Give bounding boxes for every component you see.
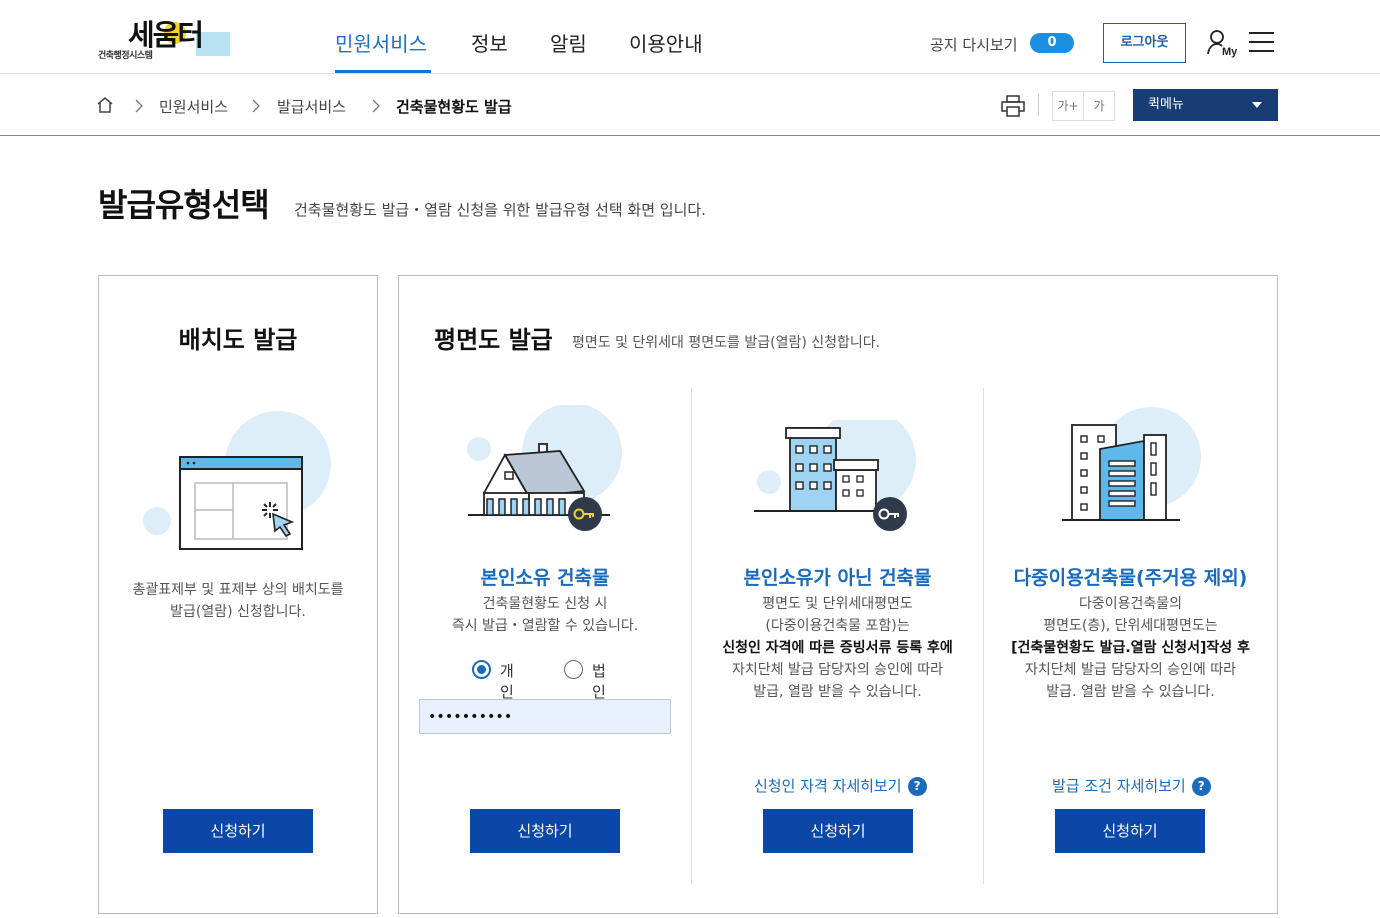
- my-label: My: [1222, 46, 1238, 58]
- chevron-right-icon: [372, 98, 380, 113]
- notice-count-badge[interactable]: 0: [1030, 33, 1074, 53]
- radio-corporate[interactable]: [564, 660, 583, 679]
- not-own-building-text: 평면도 및 단위세대평면도 (다중이용건축물 포함)는 신청인 자격에 따른 증…: [722, 596, 953, 700]
- my-page-icon[interactable]: My: [1206, 28, 1238, 58]
- issue-condition-link[interactable]: 발급 조건 자세히보기?: [1052, 775, 1211, 796]
- logo-subtitle: 건축행정시스템: [98, 51, 153, 61]
- menu-guide[interactable]: 이용안내: [629, 28, 703, 57]
- breadcrumb-current: 건축물현황도 발급: [396, 98, 512, 116]
- question-icon: ?: [1191, 777, 1211, 796]
- radio-personal[interactable]: [472, 660, 491, 679]
- caret-down-icon: [1252, 102, 1262, 108]
- multi-use-building-text: 다중이용건축물의 평면도(층), 단위세대평면도는 [건축물현황도 발급.열람 …: [1011, 596, 1250, 700]
- page-description: 건축물현황도 발급・열람 신청을 위한 발급유형 선택 화면 입니다.: [294, 201, 706, 219]
- logout-button[interactable]: 로그아웃: [1103, 23, 1186, 63]
- active-menu-underline: [335, 70, 431, 73]
- font-increase-button[interactable]: 가+: [1052, 91, 1084, 121]
- applicant-qualification-link[interactable]: 신청인 자격 자세히보기?: [754, 775, 927, 796]
- layout-plan-text: 총괄표제부 및 표제부 상의 배치도를 발급(열람) 신청합니다.: [132, 582, 344, 620]
- not-own-building-title: 본인소유가 아닌 건축물: [743, 567, 932, 589]
- not-own-building-apply-button[interactable]: 신청하기: [763, 809, 913, 853]
- multi-use-building-apply-button[interactable]: 신청하기: [1055, 809, 1205, 853]
- question-icon: ?: [907, 777, 927, 796]
- chevron-right-icon: [252, 98, 260, 113]
- own-building-title: 본인소유 건축물: [480, 567, 610, 589]
- apartment-key-illustration-icon: [750, 409, 930, 539]
- font-reset-button[interactable]: 가: [1083, 91, 1115, 121]
- radio-personal-label[interactable]: 개인: [500, 660, 514, 702]
- seumteo-logo[interactable]: 세움터 건축행정시스템: [98, 16, 238, 62]
- layout-plan-title: 배치도 발급: [178, 326, 298, 354]
- radio-corporate-label[interactable]: 법인: [592, 660, 606, 702]
- breadcrumb-issue-service[interactable]: 발급서비스: [277, 96, 346, 117]
- own-building-text: 건축물현황도 신청 시 즉시 발급・열람할 수 있습니다.: [451, 596, 639, 634]
- quick-menu-select[interactable]: 퀵메뉴: [1133, 89, 1278, 121]
- menu-civil-service[interactable]: 민원서비스: [335, 28, 427, 57]
- notice-replay-label[interactable]: 공지 다시보기: [930, 34, 1018, 55]
- hamburger-menu-icon[interactable]: [1249, 32, 1274, 52]
- home-icon[interactable]: [96, 96, 114, 114]
- page-title: 발급유형선택: [98, 186, 270, 224]
- menu-info[interactable]: 정보: [471, 28, 508, 57]
- multi-use-building-title: 다중이용건축물(주거용 제외): [1013, 567, 1248, 589]
- floor-plan-title: 평면도 발급: [434, 326, 553, 354]
- floor-plan-description: 평면도 및 단위세대 평면도를 발급(열람) 신청합니다.: [572, 335, 881, 351]
- layout-plan-apply-button[interactable]: 신청하기: [163, 809, 313, 853]
- own-building-apply-button[interactable]: 신청하기: [470, 809, 620, 853]
- breadcrumb-bar: 민원서비스 발급서비스 건축물현황도 발급 가+ 가 퀵메뉴: [0, 74, 1380, 136]
- office-building-illustration-icon: [1056, 405, 1206, 529]
- breadcrumb-civil-service[interactable]: 민원서비스: [159, 96, 228, 117]
- top-header: 세움터 건축행정시스템 민원서비스 정보 알림 이용안내 공지 다시보기 0 로…: [0, 0, 1380, 74]
- menu-notice[interactable]: 알림: [550, 28, 587, 57]
- quick-menu-label: 퀵메뉴: [1148, 97, 1184, 112]
- toolbar-divider: [1038, 94, 1039, 116]
- own-house-key-illustration-icon: [460, 403, 640, 539]
- password-input[interactable]: [419, 699, 671, 734]
- layout-plan-illustration-icon: [140, 410, 340, 564]
- print-icon[interactable]: [1001, 95, 1025, 117]
- chevron-right-icon: [135, 98, 143, 113]
